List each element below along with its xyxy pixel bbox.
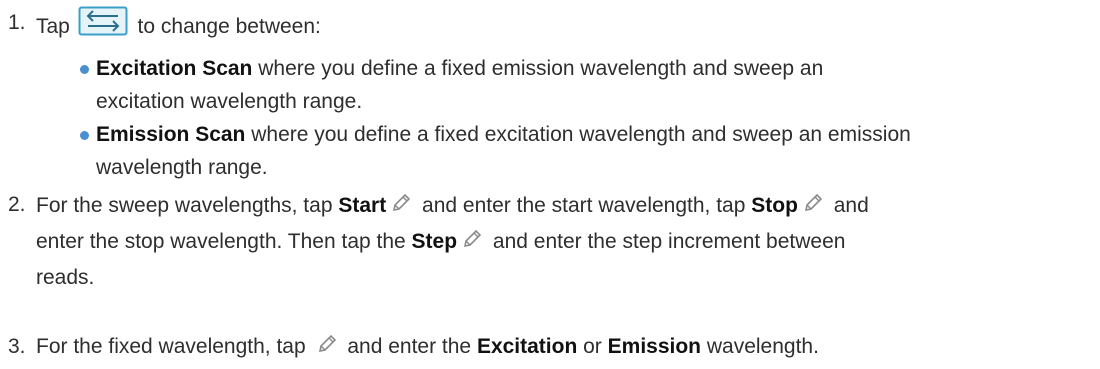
bullet-line-1: Excitation Scan where you define a fixed… [96,52,1100,85]
excitation-label: Excitation [476,335,578,358]
start-label: Start [338,194,387,217]
text-segment: or [577,335,608,358]
stop-label: Stop [751,194,798,217]
step-2-text: For the sweep wavelengths, tap Start and… [36,188,1096,296]
text-segment: and enter the start wavelength, tap [416,194,752,217]
step-label: Step [411,230,458,253]
step-number: 1. [8,11,26,34]
step-3-text: For the fixed wavelength, tap and enter … [36,330,1096,363]
bullet-excitation-scan: Excitation Scan where you define a fixed… [96,52,1100,118]
bullet-dot [80,65,89,74]
text-segment: and enter the [341,335,477,358]
step-2-line-1: For the sweep wavelengths, tap Start and… [36,188,1096,224]
bullet-title: Emission Scan [96,123,246,146]
step-number: 3. [8,335,26,358]
bullet-text: where you define a fixed emission wavele… [252,57,824,80]
text-segment: and [827,194,869,217]
emission-label: Emission [607,335,702,358]
text-segment: wavelength. [701,335,819,358]
step-1-text: Tap to change between: [36,6,1096,43]
text-segment: For the sweep wavelengths, tap [36,194,339,217]
pencil-icon[interactable] [390,192,412,214]
bullet-title: Excitation Scan [96,57,253,80]
pencil-icon[interactable] [802,192,824,214]
step-2-line-2: enter the stop wavelength. Then tap the … [36,224,1096,260]
pencil-icon[interactable] [461,228,483,250]
bullet-dot [80,131,89,140]
bullet-line-1: Emission Scan where you define a fixed e… [96,118,1100,151]
step-1-pre: Tap [36,15,70,38]
step-2-line-3: reads. [36,266,95,289]
text-segment: enter the stop wavelength. Then tap the [36,230,412,253]
bullet-text: where you define a fixed excitation wave… [245,123,911,146]
text-segment: For the fixed wavelength, tap [36,335,312,358]
step-number: 2. [8,193,26,216]
bullet-emission-scan: Emission Scan where you define a fixed e… [96,118,1100,184]
bullet-line-2: excitation wavelength range. [96,90,363,113]
pencil-icon[interactable] [316,333,338,355]
text-segment: and enter the step increment between [487,230,846,253]
step-1-post: to change between: [137,15,321,38]
swap-arrows-icon[interactable] [78,6,128,36]
bullet-line-2: wavelength range. [96,156,268,179]
